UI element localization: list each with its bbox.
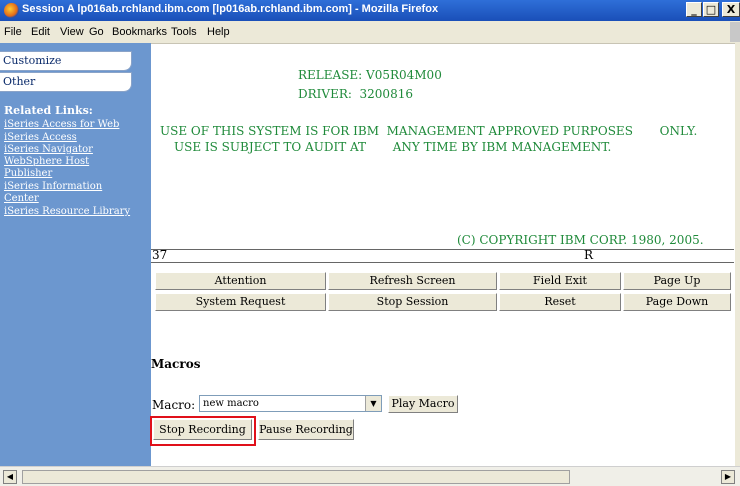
system-request-button[interactable]: System Request [155,293,326,311]
menu-bar: File Edit View Go Bookmarks Tools Help [0,21,740,44]
menu-help[interactable]: Help [207,26,230,38]
page-down-button[interactable]: Page Down [623,293,731,311]
stop-recording-button[interactable]: Stop Recording [153,419,252,440]
notice-line-2: USE IS SUBJECT TO AUDIT AT ANY TIME BY I… [174,140,612,154]
notice-line-1: USE OF THIS SYSTEM IS FOR IBM MANAGEMENT… [160,124,698,138]
sidebar: Customize Other Related Links: iSeries A… [0,43,151,466]
macro-label: Macro: [152,398,196,412]
copyright-text: (C) COPYRIGHT IBM CORP. 1980, 2005. [457,233,704,247]
window-title: Session A lp016ab.rchland.ibm.com [lp016… [22,3,439,15]
status-row-number: 37 [152,248,168,262]
maximize-button[interactable]: □ [703,2,719,17]
pause-recording-button[interactable]: Pause Recording [258,419,354,440]
status-indicator: R [584,248,594,262]
menu-bookmarks[interactable]: Bookmarks [112,26,167,38]
link-iseries-access-for-web[interactable]: iSeries Access for Web [4,119,119,130]
link-iseries-navigator[interactable]: iSeries Navigator [4,144,93,155]
link-publisher[interactable]: Publisher [4,168,52,179]
play-macro-button[interactable]: Play Macro [388,395,458,413]
link-center[interactable]: Center [4,193,39,204]
refresh-screen-button[interactable]: Refresh Screen [328,272,497,290]
terminal-status-line: 37 R [151,248,734,263]
reset-button[interactable]: Reset [499,293,621,311]
vertical-scrollbar[interactable] [735,43,740,466]
throbber-icon [730,22,740,42]
menu-edit[interactable]: Edit [31,26,50,38]
horizontal-scrollbar[interactable]: ◀ ▶ [0,466,740,486]
attention-button[interactable]: Attention [155,272,326,290]
menu-go[interactable]: Go [89,26,104,38]
link-iseries-access[interactable]: iSeries Access [4,132,77,143]
minimize-button[interactable]: _ [686,2,702,17]
link-iseries-information[interactable]: iSeries Information [4,181,102,192]
scroll-right-icon[interactable]: ▶ [721,470,735,484]
dropdown-arrow-icon[interactable]: ▼ [365,396,381,411]
sidebar-tab-other[interactable]: Other [0,72,132,92]
link-iseries-resource-library[interactable]: iSeries Resource Library [4,206,130,217]
menu-file[interactable]: File [4,26,22,38]
scroll-left-icon[interactable]: ◀ [3,470,17,484]
close-button[interactable]: X [722,2,740,17]
menu-view[interactable]: View [60,26,84,38]
page-up-button[interactable]: Page Up [623,272,731,290]
macro-select-value: new macro [203,398,259,409]
driver-text: DRIVER: 3200816 [298,87,413,101]
sidebar-tab-customize[interactable]: Customize [0,51,132,71]
window-title-bar[interactable]: Session A lp016ab.rchland.ibm.com [lp016… [0,0,740,21]
scroll-thumb[interactable] [22,470,570,484]
macro-select[interactable]: new macro ▼ [199,395,382,412]
field-exit-button[interactable]: Field Exit [499,272,621,290]
stop-session-button[interactable]: Stop Session [328,293,497,311]
release-text: RELEASE: V05R04M00 [298,68,442,82]
menu-tools[interactable]: Tools [171,26,197,38]
macros-heading: Macros [151,357,201,371]
link-websphere-host[interactable]: WebSphere Host [4,156,89,167]
related-links-title: Related Links: [4,104,93,117]
firefox-icon [4,3,19,18]
